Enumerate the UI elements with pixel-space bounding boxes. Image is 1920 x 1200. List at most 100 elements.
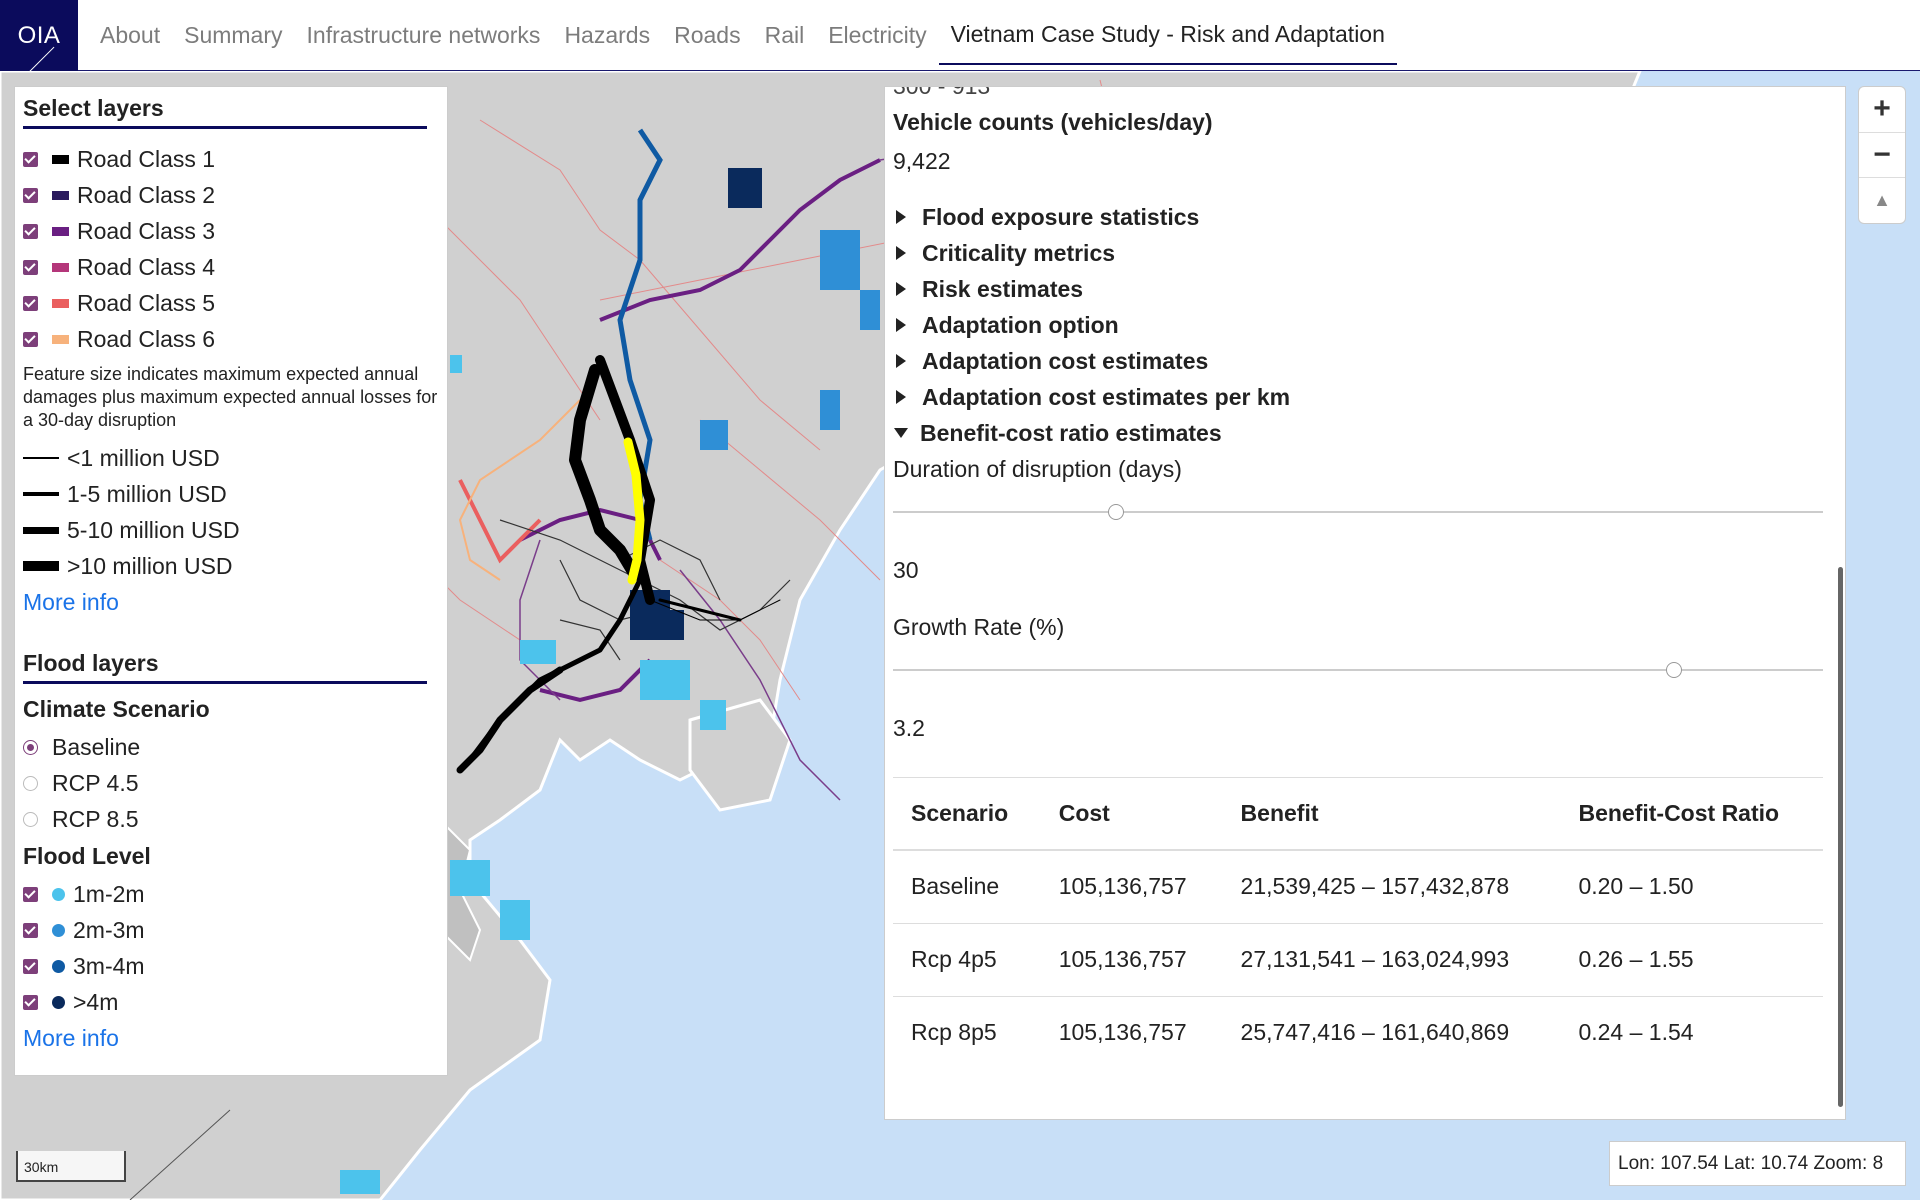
bcr-table: Scenario Cost Benefit Benefit-Cost Ratio…	[893, 778, 1823, 1069]
nav-link-roads[interactable]: Roads	[662, 0, 752, 70]
checkbox[interactable]	[23, 994, 38, 1010]
size-legend-label: 1-5 million USD	[67, 480, 227, 507]
slider-track[interactable]	[893, 669, 1823, 671]
table-cell: Rcp 4p5	[893, 923, 1041, 997]
flood-level-dot	[52, 959, 65, 973]
slider-thumb[interactable]	[1666, 662, 1683, 678]
section-criticality[interactable]: Criticality metrics	[893, 235, 1827, 271]
table-header-row: Scenario Cost Benefit Benefit-Cost Ratio	[893, 778, 1823, 851]
zoom-in-button[interactable]: +	[1859, 87, 1905, 133]
section-risk-estimates[interactable]: Risk estimates	[893, 271, 1827, 307]
section-adaptation-cost[interactable]: Adaptation cost estimates	[893, 343, 1827, 379]
scenario-rcp85-radio[interactable]: RCP 8.5	[23, 801, 439, 837]
radio-button[interactable]	[23, 739, 38, 755]
flood-level-2-3-toggle[interactable]: 2m-3m	[23, 912, 439, 948]
checkbox[interactable]	[23, 922, 38, 938]
size-legend-line	[23, 526, 59, 534]
feature-detail-panel[interactable]: 300 - 913 Vehicle counts (vehicles/day) …	[884, 86, 1846, 1120]
checkbox[interactable]	[23, 187, 38, 203]
checkbox[interactable]	[23, 223, 38, 239]
section-label: Benefit-cost ratio estimates	[920, 419, 1222, 446]
nav-link-vietnam-case-study[interactable]: Vietnam Case Study - Risk and Adaptation	[938, 0, 1397, 65]
vehicle-counts-heading: Vehicle counts (vehicles/day)	[893, 109, 1213, 135]
caret-right-icon	[896, 318, 906, 332]
checkbox[interactable]	[23, 958, 38, 974]
growth-rate-label: Growth Rate (%)	[893, 614, 1065, 640]
nav-link-infrastructure[interactable]: Infrastructure networks	[295, 0, 553, 70]
caret-right-icon	[896, 246, 906, 260]
vehicle-counts-value: 9,422	[893, 148, 951, 174]
bcr-table-container: Scenario Cost Benefit Benefit-Cost Ratio…	[893, 777, 1823, 1069]
slider-thumb[interactable]	[1108, 504, 1125, 520]
top-navbar: OIA About Summary Infrastructure network…	[0, 0, 1920, 71]
scenario-label: RCP 4.5	[52, 769, 139, 796]
scenario-baseline-radio[interactable]: Baseline	[23, 729, 439, 765]
nav-link-summary[interactable]: Summary	[172, 0, 294, 70]
table-cell: 0.20 – 1.50	[1560, 850, 1823, 924]
nav-link-about[interactable]: About	[88, 0, 172, 70]
panel-scrollbar[interactable]	[1838, 567, 1843, 1107]
road-class-label: Road Class 4	[77, 253, 216, 280]
zoom-controls: + − ▲	[1858, 86, 1906, 224]
table-cell: 21,539,425 – 157,432,878	[1222, 850, 1561, 924]
checkbox[interactable]	[23, 259, 38, 275]
scenario-label: RCP 8.5	[52, 805, 139, 832]
roads-more-info-link[interactable]: More info	[23, 584, 439, 620]
table-cell: Rcp 8p5	[911, 1019, 997, 1046]
section-benefit-cost-ratio[interactable]: Benefit-cost ratio estimates	[893, 415, 1827, 451]
nav-link-electricity[interactable]: Electricity	[816, 0, 938, 70]
oia-logo[interactable]: OIA	[0, 0, 78, 71]
table-cell: 105,136,757	[1058, 1019, 1187, 1046]
flood-level-label: >4m	[73, 988, 119, 1015]
flood-level-1-2-toggle[interactable]: 1m-2m	[23, 876, 439, 912]
slider-track[interactable]	[893, 511, 1823, 513]
checkbox[interactable]	[23, 295, 38, 311]
flood-more-info-link[interactable]: More info	[23, 1020, 439, 1056]
road-class-5-toggle[interactable]: Road Class 5	[23, 285, 439, 321]
road-class-swatch	[52, 226, 69, 236]
road-class-swatch	[52, 190, 69, 200]
caret-right-icon	[896, 282, 906, 296]
road-class-3-toggle[interactable]: Road Class 3	[23, 213, 439, 249]
column-header: Cost	[1040, 778, 1223, 851]
column-header: Scenario	[893, 778, 1041, 851]
duration-slider[interactable]	[893, 487, 1823, 537]
reset-bearing-button[interactable]: ▲	[1859, 178, 1905, 223]
checkbox[interactable]	[23, 151, 38, 167]
size-legend-row: 5-10 million USD	[23, 512, 439, 548]
section-flood-exposure[interactable]: Flood exposure statistics	[893, 199, 1827, 235]
road-class-1-toggle[interactable]: Road Class 1	[23, 141, 439, 177]
coordinate-readout: Lon: 107.54 Lat: 10.74 Zoom: 8	[1609, 1141, 1906, 1186]
radio-button[interactable]	[23, 775, 38, 791]
section-adaptation-option[interactable]: Adaptation option	[893, 307, 1827, 343]
feature-size-note: Feature size indicates maximum expected …	[23, 364, 438, 430]
nav-link-rail[interactable]: Rail	[753, 0, 817, 70]
table-cell: 27,131,541 – 163,024,993	[1222, 923, 1561, 997]
flood-level-label: 3m-4m	[73, 952, 145, 979]
flood-level-4plus-toggle[interactable]: >4m	[23, 984, 439, 1020]
flood-level-3-4-toggle[interactable]: 3m-4m	[23, 948, 439, 984]
table-row: Rcp 8p5 105,136,757 25,747,416 – 161,640…	[893, 996, 1823, 1069]
checkbox[interactable]	[23, 886, 38, 902]
section-label: Adaptation cost estimates per km	[922, 383, 1291, 410]
table-cell: 0.26 – 1.55	[1560, 923, 1823, 997]
radio-button[interactable]	[23, 811, 38, 827]
road-class-swatch	[52, 334, 69, 344]
checkbox[interactable]	[23, 331, 38, 347]
road-class-label: Road Class 2	[77, 181, 216, 208]
flood-layers-heading: Flood layers	[23, 650, 427, 684]
road-class-2-toggle[interactable]: Road Class 2	[23, 177, 439, 213]
zoom-out-button[interactable]: −	[1859, 133, 1905, 179]
road-class-6-toggle[interactable]: Road Class 6	[23, 321, 439, 357]
flood-level-label: 1m-2m	[73, 880, 145, 907]
nav-link-hazards[interactable]: Hazards	[552, 0, 662, 70]
duration-label: Duration of disruption (days)	[893, 456, 1182, 482]
flood-level-label: 2m-3m	[73, 916, 145, 943]
road-class-swatch	[52, 298, 69, 308]
growth-rate-slider[interactable]	[893, 645, 1823, 695]
section-label: Adaptation cost estimates	[922, 347, 1209, 374]
section-adaptation-cost-per-km[interactable]: Adaptation cost estimates per km	[893, 379, 1827, 415]
scenario-rcp45-radio[interactable]: RCP 4.5	[23, 765, 439, 801]
road-class-4-toggle[interactable]: Road Class 4	[23, 249, 439, 285]
map-scale-bar: 30km	[16, 1151, 126, 1182]
